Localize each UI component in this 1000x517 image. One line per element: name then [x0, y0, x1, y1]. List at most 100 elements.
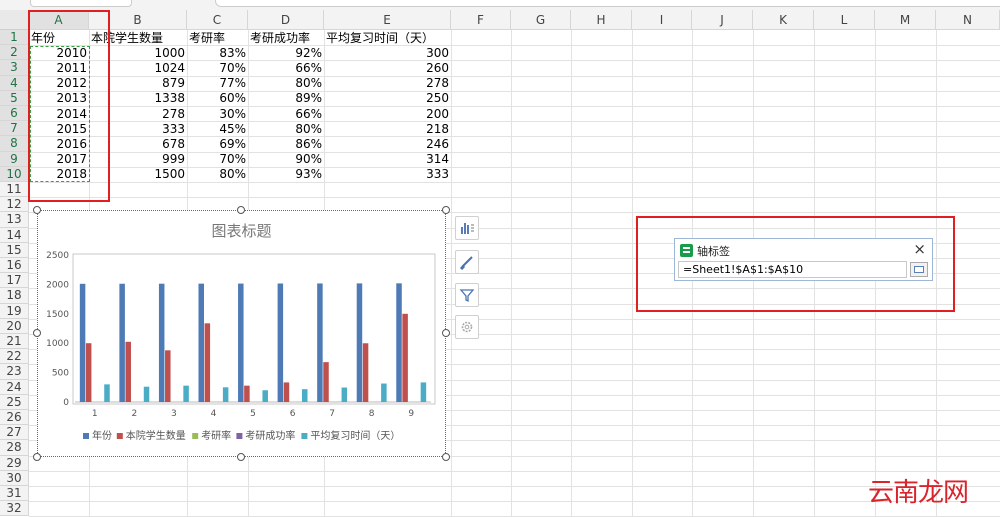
chart-filter-button[interactable]: [455, 283, 479, 307]
data-cell[interactable]: 70%: [187, 60, 248, 76]
row-header-12[interactable]: 12: [0, 197, 29, 213]
row-header-29[interactable]: 29: [0, 455, 29, 471]
row-header-16[interactable]: 16: [0, 258, 29, 274]
data-cell[interactable]: 80%: [248, 75, 324, 91]
row-header-1[interactable]: 1: [0, 30, 29, 46]
row-header-3[interactable]: 3: [0, 60, 29, 76]
name-box[interactable]: [30, 0, 132, 7]
data-cell[interactable]: 30%: [187, 106, 248, 122]
row-header-27[interactable]: 27: [0, 425, 29, 441]
data-cell[interactable]: 80%: [187, 166, 248, 182]
data-cell[interactable]: 278: [324, 75, 451, 91]
row-header-17[interactable]: 17: [0, 273, 29, 289]
header-cell[interactable]: 平均复习时间（天）: [324, 30, 451, 46]
data-cell[interactable]: 333: [324, 166, 451, 182]
row-header-23[interactable]: 23: [0, 364, 29, 380]
row-header-7[interactable]: 7: [0, 121, 29, 137]
column-header-E[interactable]: E: [324, 10, 451, 30]
header-cell[interactable]: 考研率: [187, 30, 248, 46]
data-cell[interactable]: 80%: [248, 121, 324, 137]
row-header-2[interactable]: 2: [0, 45, 29, 61]
chart-resize-handle-tm[interactable]: [237, 206, 245, 214]
data-cell[interactable]: 77%: [187, 75, 248, 91]
legend-label-4: 平均复习时间（天）: [310, 429, 400, 442]
column-header-K[interactable]: K: [753, 10, 814, 30]
row-header-9[interactable]: 9: [0, 151, 29, 167]
chart-resize-handle-ml[interactable]: [33, 329, 41, 337]
data-cell[interactable]: 83%: [187, 45, 248, 61]
row-header-20[interactable]: 20: [0, 318, 29, 334]
formula-bar[interactable]: [215, 0, 1000, 7]
row-header-21[interactable]: 21: [0, 334, 29, 350]
column-header-J[interactable]: J: [692, 10, 753, 30]
data-cell[interactable]: 250: [324, 90, 451, 106]
row-header-5[interactable]: 5: [0, 90, 29, 106]
bar-4-8: [420, 382, 427, 402]
data-cell[interactable]: 66%: [248, 60, 324, 76]
row-header-28[interactable]: 28: [0, 440, 29, 456]
data-cell[interactable]: 300: [324, 45, 451, 61]
column-header-G[interactable]: G: [511, 10, 571, 30]
axis-label-dialog[interactable]: 轴标签 × =Sheet1!$A$1:$A$10: [674, 238, 933, 281]
data-cell[interactable]: 92%: [248, 45, 324, 61]
column-header-D[interactable]: D: [248, 10, 324, 30]
axis-label-range-input[interactable]: =Sheet1!$A$1:$A$10: [678, 261, 907, 278]
data-cell[interactable]: 200: [324, 106, 451, 122]
chart-settings-button[interactable]: [455, 315, 479, 339]
column-header-L[interactable]: L: [814, 10, 875, 30]
row-header-32[interactable]: 32: [0, 501, 29, 517]
chart-elements-button[interactable]: [455, 216, 479, 240]
column-header-C[interactable]: C: [187, 10, 248, 30]
data-cell[interactable]: 260: [324, 60, 451, 76]
row-header-19[interactable]: 19: [0, 303, 29, 319]
close-icon[interactable]: ×: [913, 240, 926, 258]
data-cell[interactable]: 89%: [248, 90, 324, 106]
column-header-I[interactable]: I: [632, 10, 692, 30]
data-cell[interactable]: 60%: [187, 90, 248, 106]
row-header-11[interactable]: 11: [0, 182, 29, 198]
row-header-25[interactable]: 25: [0, 394, 29, 410]
data-cell[interactable]: 90%: [248, 151, 324, 167]
column-gridline: [451, 30, 452, 517]
chart-styles-button[interactable]: [455, 250, 479, 274]
row-header-18[interactable]: 18: [0, 288, 29, 304]
header-cell[interactable]: 考研成功率: [248, 30, 324, 46]
row-header-31[interactable]: 31: [0, 486, 29, 502]
row-header-6[interactable]: 6: [0, 106, 29, 122]
bar-4-4: [262, 390, 268, 402]
row-header-13[interactable]: 13: [0, 212, 29, 228]
chart-resize-handle-mr[interactable]: [442, 329, 450, 337]
column-header-H[interactable]: H: [571, 10, 632, 30]
row-header-10[interactable]: 10: [0, 166, 29, 182]
row-header-22[interactable]: 22: [0, 349, 29, 365]
collapse-dialog-button[interactable]: [910, 262, 928, 277]
chart-resize-handle-tl[interactable]: [33, 206, 41, 214]
row-header-15[interactable]: 15: [0, 242, 29, 258]
data-cell[interactable]: 218: [324, 121, 451, 137]
column-header-M[interactable]: M: [875, 10, 936, 30]
row-header-4[interactable]: 4: [0, 75, 29, 91]
row-header-8[interactable]: 8: [0, 136, 29, 152]
data-cell[interactable]: 70%: [187, 151, 248, 167]
select-all-corner[interactable]: [0, 10, 29, 30]
bar-0-0: [79, 283, 86, 402]
row-header-14[interactable]: 14: [0, 227, 29, 243]
data-cell[interactable]: 246: [324, 136, 451, 152]
chart-resize-handle-tr[interactable]: [442, 206, 450, 214]
data-cell[interactable]: 93%: [248, 166, 324, 182]
row-header-30[interactable]: 30: [0, 470, 29, 486]
bar-4-2: [183, 385, 189, 402]
column-header-F[interactable]: F: [451, 10, 511, 30]
chart-resize-handle-bl[interactable]: [33, 453, 41, 461]
data-cell[interactable]: 69%: [187, 136, 248, 152]
chart-resize-handle-br[interactable]: [442, 453, 450, 461]
column-header-N[interactable]: N: [936, 10, 1000, 30]
row-header-24[interactable]: 24: [0, 379, 29, 395]
chart-object[interactable]: 图表标题 0 500 1000 1500 2000 2500 1 2 3 4 5 6 7 8 9 年份 本院学生数…: [37, 210, 446, 457]
data-cell[interactable]: 66%: [248, 106, 324, 122]
row-header-26[interactable]: 26: [0, 410, 29, 426]
data-cell[interactable]: 314: [324, 151, 451, 167]
data-cell[interactable]: 45%: [187, 121, 248, 137]
data-cell[interactable]: 86%: [248, 136, 324, 152]
chart-resize-handle-bm[interactable]: [237, 453, 245, 461]
